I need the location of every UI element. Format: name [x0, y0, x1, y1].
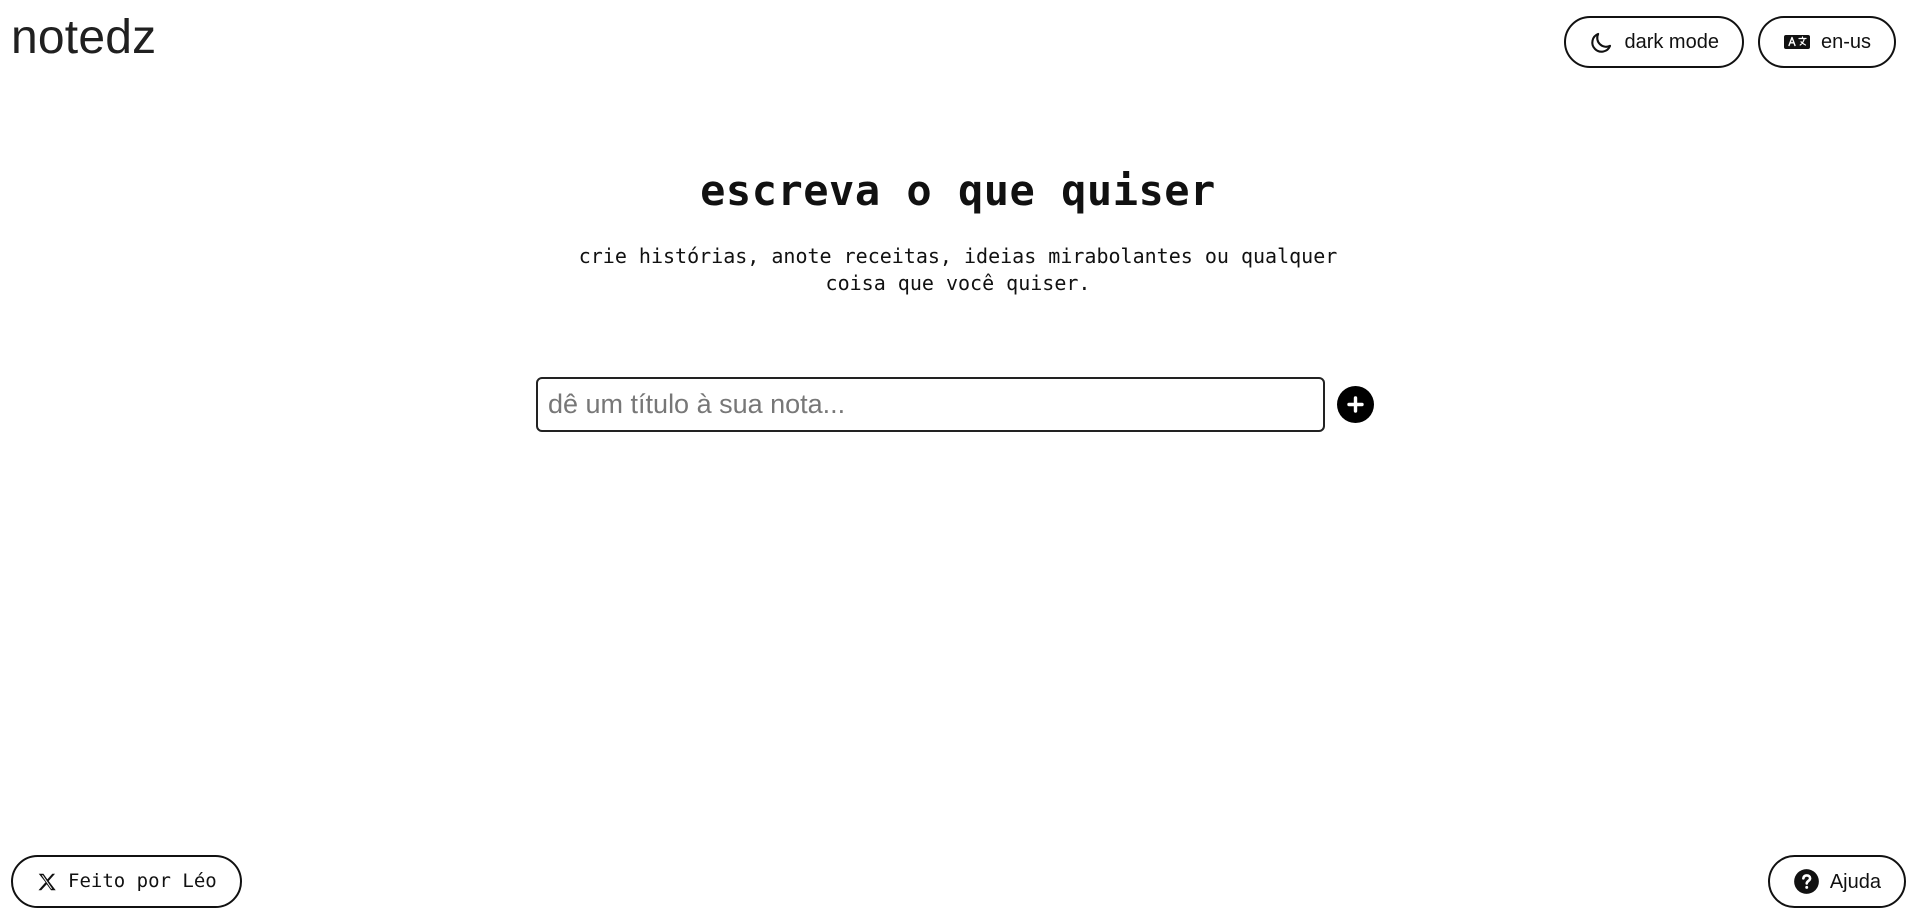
- note-title-input[interactable]: [536, 376, 1325, 432]
- creator-credit-link[interactable]: Feito por Léo: [11, 855, 242, 908]
- new-note-form: [536, 376, 1376, 432]
- plus-icon: [1345, 394, 1366, 415]
- language-label: en-us: [1820, 31, 1871, 53]
- help-label: Ajuda: [1829, 870, 1881, 893]
- brand-logo[interactable]: notedz: [11, 8, 156, 68]
- page-title: escreva o que quiser: [700, 166, 1216, 215]
- dark-mode-button[interactable]: dark mode: [1564, 16, 1744, 68]
- footer-left: Feito por Léo: [11, 855, 242, 908]
- page-subtitle: crie histórias, anote receitas, ideias m…: [578, 244, 1338, 295]
- creator-credit-label: Feito por Léo: [68, 870, 217, 892]
- add-note-button[interactable]: [1337, 385, 1374, 423]
- notedz-home-page: notedz dark mode en-us escreva o que qui…: [0, 0, 1916, 916]
- footer-right: Ajuda: [1767, 855, 1906, 908]
- translate-icon: [1783, 33, 1811, 51]
- top-actions: dark mode en-us: [1564, 16, 1896, 68]
- hero-section: escreva o que quiser crie histórias, ano…: [0, 165, 1916, 297]
- language-button[interactable]: en-us: [1757, 16, 1896, 68]
- help-button[interactable]: Ajuda: [1767, 855, 1906, 908]
- dark-mode-label: dark mode: [1624, 31, 1719, 53]
- question-circle-icon: [1793, 868, 1820, 895]
- x-logo-icon: [36, 871, 58, 893]
- moon-icon: [1589, 30, 1614, 55]
